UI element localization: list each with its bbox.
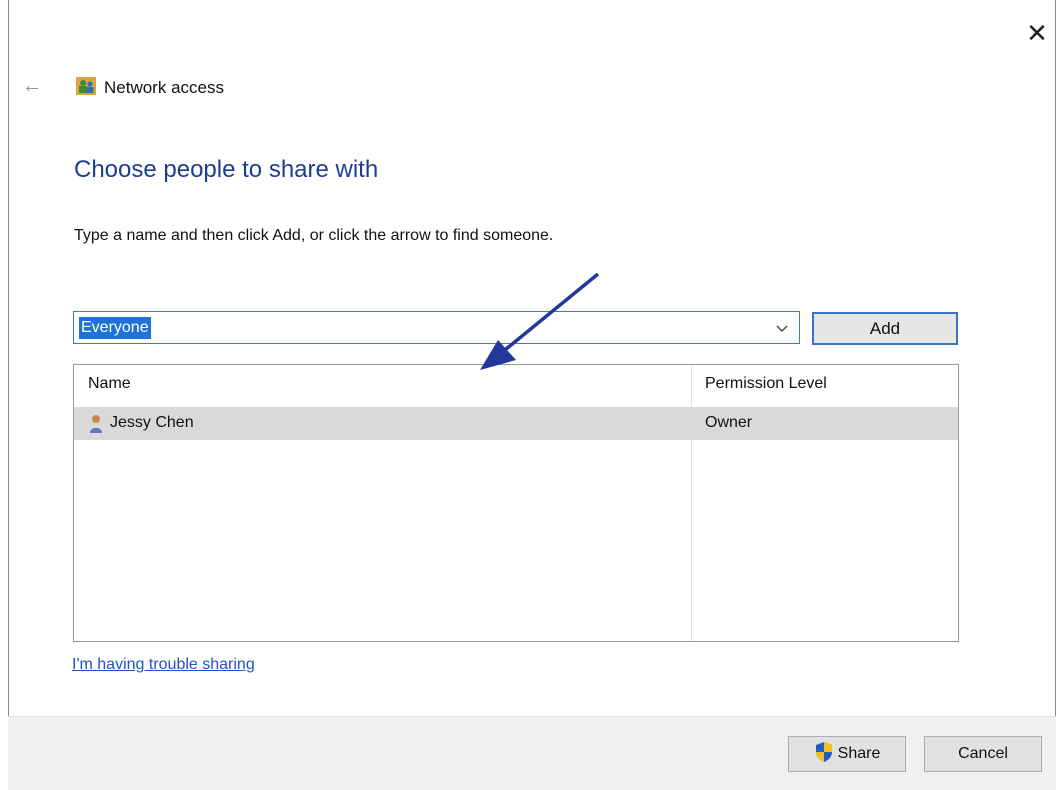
page-heading: Choose people to share with: [74, 156, 379, 183]
cancel-button[interactable]: Cancel: [924, 736, 1042, 772]
trouble-sharing-link[interactable]: I'm having trouble sharing: [72, 656, 255, 674]
back-button[interactable]: ←: [18, 72, 46, 100]
network-people-icon: [76, 76, 96, 100]
sharing-list: Name Permission Level Jessy Chen Owner: [73, 364, 959, 642]
column-header-name[interactable]: Name: [88, 375, 131, 393]
user-combobox[interactable]: Everyone: [73, 311, 800, 344]
window-title: Network access: [104, 78, 224, 97]
instructions-text: Type a name and then click Add, or click…: [74, 227, 554, 244]
row-name: Jessy Chen: [110, 414, 194, 431]
chevron-down-icon[interactable]: [771, 316, 793, 340]
uac-shield-icon: [814, 741, 834, 768]
column-header-permission[interactable]: Permission Level: [705, 375, 827, 393]
share-button[interactable]: Share: [788, 736, 906, 772]
close-button[interactable]: ✕: [1022, 18, 1052, 48]
row-permission[interactable]: Owner: [705, 414, 752, 432]
add-button[interactable]: Add: [812, 312, 958, 345]
title-bar: Network access: [76, 76, 224, 100]
share-label: Share: [837, 745, 881, 762]
list-row[interactable]: Jessy Chen Owner: [74, 407, 958, 440]
user-icon: [88, 414, 104, 434]
combobox-value[interactable]: Everyone: [79, 317, 151, 339]
